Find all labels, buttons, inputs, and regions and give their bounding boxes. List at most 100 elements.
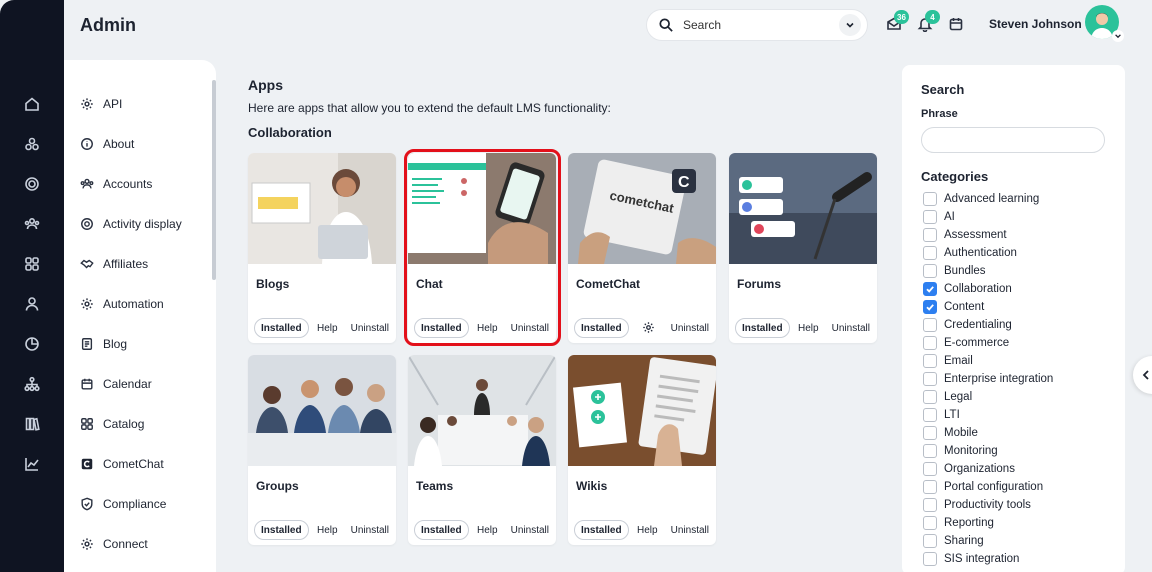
category-checkbox[interactable]: Content bbox=[923, 300, 984, 314]
sidebar-item-connect[interactable]: Connect bbox=[80, 534, 148, 554]
category-label: Portal configuration bbox=[944, 481, 1044, 493]
checkbox-icon[interactable] bbox=[923, 390, 937, 404]
sidebar-item-about[interactable]: About bbox=[80, 134, 134, 154]
category-checkbox[interactable]: E-commerce bbox=[923, 336, 1009, 350]
category-checkbox[interactable]: Email bbox=[923, 354, 973, 368]
gear-icon[interactable] bbox=[642, 321, 655, 334]
category-checkbox[interactable]: Productivity tools bbox=[923, 498, 1031, 512]
checkbox-icon[interactable] bbox=[923, 516, 937, 530]
sidebar-item-catalog[interactable]: Catalog bbox=[80, 414, 144, 434]
category-label: Legal bbox=[944, 391, 973, 403]
app-card-groups[interactable]: Groups Installed Help Uninstall bbox=[248, 355, 396, 545]
category-checkbox[interactable]: Portal configuration bbox=[923, 480, 1043, 494]
sidebar-item-accounts[interactable]: Accounts bbox=[80, 174, 152, 194]
sidebar-item-activity-display[interactable]: Activity display bbox=[80, 214, 182, 234]
app-card-blogs[interactable]: Blogs Installed Help Uninstall bbox=[248, 153, 396, 343]
global-search[interactable]: Search bbox=[646, 9, 868, 41]
checkbox-checked-icon[interactable] bbox=[923, 300, 937, 314]
checkbox-icon[interactable] bbox=[923, 372, 937, 386]
sidebar-item-api[interactable]: API bbox=[80, 94, 122, 114]
category-checkbox[interactable]: Advanced learning bbox=[923, 192, 1039, 206]
modules-icon[interactable] bbox=[22, 134, 42, 154]
checkbox-icon[interactable] bbox=[923, 480, 937, 494]
user-name[interactable]: Steven Johnson bbox=[989, 17, 1082, 31]
sidebar-item-affiliates[interactable]: Affiliates bbox=[80, 254, 148, 274]
checkbox-icon[interactable] bbox=[923, 534, 937, 548]
uninstall-link[interactable]: Uninstall bbox=[351, 525, 389, 536]
top-bar: Admin Search 36 4 Steven Johnson bbox=[64, 0, 1152, 52]
sidebar-item-blog[interactable]: Blog bbox=[80, 334, 127, 354]
help-link[interactable]: Help bbox=[637, 525, 658, 536]
checkbox-icon[interactable] bbox=[923, 264, 937, 278]
help-link[interactable]: Help bbox=[798, 323, 819, 334]
checkbox-icon[interactable] bbox=[923, 444, 937, 458]
checkbox-icon[interactable] bbox=[923, 318, 937, 332]
phrase-input[interactable] bbox=[921, 127, 1105, 153]
category-checkbox[interactable]: Assessment bbox=[923, 228, 1007, 242]
uninstall-link[interactable]: Uninstall bbox=[832, 323, 870, 334]
chevron-down-icon[interactable] bbox=[1112, 30, 1124, 42]
checkbox-icon[interactable] bbox=[923, 336, 937, 350]
help-link[interactable]: Help bbox=[317, 323, 338, 334]
checkbox-checked-icon[interactable] bbox=[923, 282, 937, 296]
chevron-down-icon[interactable] bbox=[839, 14, 861, 36]
app-name: Teams bbox=[416, 479, 454, 493]
category-checkbox[interactable]: Authentication bbox=[923, 246, 1017, 260]
checkbox-icon[interactable] bbox=[923, 408, 937, 422]
collapse-panel-button[interactable] bbox=[1133, 356, 1152, 394]
library-icon[interactable] bbox=[22, 414, 42, 434]
category-checkbox[interactable]: Bundles bbox=[923, 264, 986, 278]
checkbox-icon[interactable] bbox=[923, 210, 937, 224]
category-checkbox[interactable]: Reporting bbox=[923, 516, 994, 530]
app-card-wikis[interactable]: Wikis Installed Help Uninstall bbox=[568, 355, 716, 545]
checkbox-icon[interactable] bbox=[923, 228, 937, 242]
search-placeholder[interactable]: Search bbox=[683, 18, 839, 32]
checkbox-icon[interactable] bbox=[923, 498, 937, 512]
checkbox-icon[interactable] bbox=[923, 354, 937, 368]
app-card-forums[interactable]: Forums Installed Help Uninstall bbox=[729, 153, 877, 343]
checkbox-icon[interactable] bbox=[923, 246, 937, 260]
uninstall-link[interactable]: Uninstall bbox=[351, 323, 389, 334]
sidebar-item-automation[interactable]: Automation bbox=[80, 294, 164, 314]
grid-icon[interactable] bbox=[22, 254, 42, 274]
sidebar-item-label: About bbox=[103, 137, 135, 151]
category-checkbox[interactable]: Credentialing bbox=[923, 318, 1012, 332]
document-icon bbox=[81, 338, 93, 350]
users-icon[interactable] bbox=[22, 214, 42, 234]
app-card-teams[interactable]: Teams Installed Help Uninstall bbox=[408, 355, 556, 545]
checkbox-icon[interactable] bbox=[923, 192, 937, 206]
messages-icon[interactable]: 36 bbox=[886, 10, 909, 34]
help-link[interactable]: Help bbox=[317, 525, 338, 536]
category-checkbox[interactable]: Organizations bbox=[923, 462, 1015, 476]
category-checkbox[interactable]: Monitoring bbox=[923, 444, 998, 458]
category-checkbox[interactable]: AI bbox=[923, 210, 955, 224]
category-checkbox[interactable]: Legal bbox=[923, 390, 972, 404]
uninstall-link[interactable]: Uninstall bbox=[671, 323, 709, 334]
sidebar-item-cometchat[interactable]: CometChat bbox=[80, 454, 164, 474]
category-checkbox[interactable]: Mobile bbox=[923, 426, 978, 440]
category-checkbox[interactable]: Enterprise integration bbox=[923, 372, 1053, 386]
category-checkbox[interactable]: Sharing bbox=[923, 534, 984, 548]
calendar-icon[interactable] bbox=[948, 16, 966, 34]
category-checkbox[interactable]: Collaboration bbox=[923, 282, 1012, 296]
sidebar-scrollbar[interactable] bbox=[212, 80, 216, 280]
hierarchy-icon[interactable] bbox=[22, 374, 42, 394]
category-checkbox[interactable]: SIS integration bbox=[923, 552, 1019, 566]
checkbox-icon[interactable] bbox=[923, 426, 937, 440]
sidebar-item-compliance[interactable]: Compliance bbox=[80, 494, 166, 514]
checkbox-icon[interactable] bbox=[923, 552, 937, 566]
app-card-cometchat[interactable]: cometchat C CometChat Installed Uninstall bbox=[568, 153, 716, 343]
calendar-icon bbox=[81, 378, 93, 390]
bell-icon[interactable]: 4 bbox=[917, 10, 940, 34]
category-checkbox[interactable]: LTI bbox=[923, 408, 960, 422]
chart-pie-icon[interactable] bbox=[22, 334, 42, 354]
uninstall-link[interactable]: Uninstall bbox=[511, 525, 549, 536]
help-link[interactable]: Help bbox=[477, 525, 498, 536]
target-icon[interactable] bbox=[22, 174, 42, 194]
checkbox-icon[interactable] bbox=[923, 462, 937, 476]
home-icon[interactable] bbox=[22, 94, 42, 114]
trend-icon[interactable] bbox=[22, 454, 42, 474]
sidebar-item-calendar[interactable]: Calendar bbox=[80, 374, 152, 394]
uninstall-link[interactable]: Uninstall bbox=[671, 525, 709, 536]
person-icon[interactable] bbox=[22, 294, 42, 314]
